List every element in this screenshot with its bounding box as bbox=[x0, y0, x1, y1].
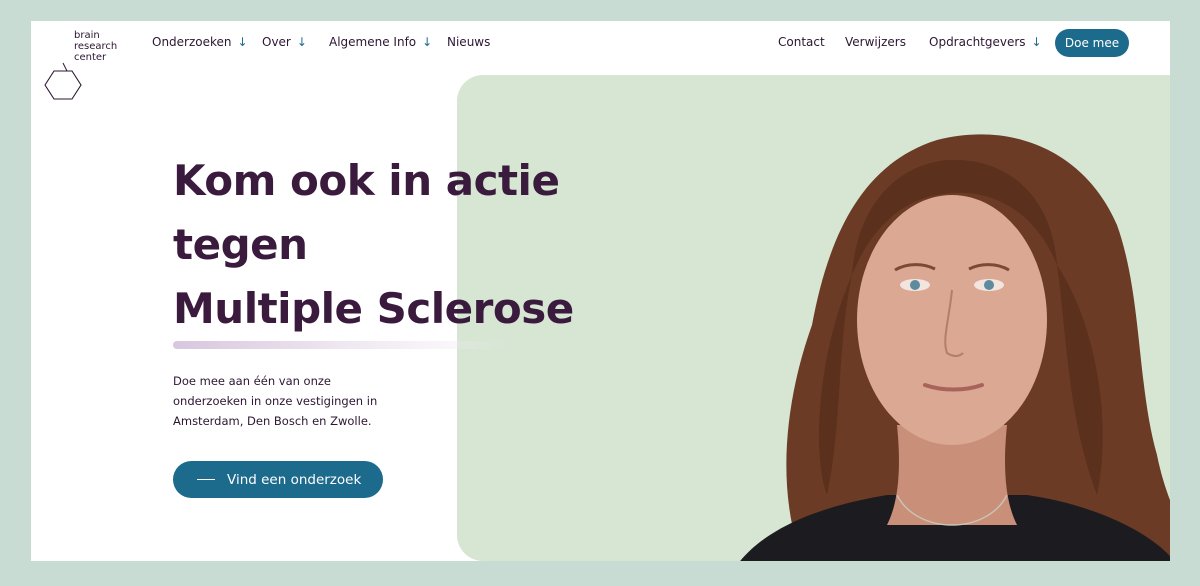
nav-onderzoeken-label: Onderzoeken bbox=[152, 35, 232, 49]
nav-contact-label: Contact bbox=[778, 35, 825, 49]
dash-icon bbox=[197, 479, 215, 480]
nav-nieuws[interactable]: Nieuws bbox=[447, 35, 490, 49]
vind-een-onderzoek-button[interactable]: Vind een onderzoek bbox=[173, 461, 383, 498]
logo-line-research: research bbox=[74, 41, 118, 52]
nav-onderzoeken[interactable]: Onderzoeken ↓ bbox=[152, 35, 248, 49]
arrow-down-icon: ↓ bbox=[422, 35, 433, 49]
nav-algemene-info[interactable]: Algemene Info ↓ bbox=[329, 35, 432, 49]
nav-algemene-info-label: Algemene Info bbox=[329, 35, 417, 49]
headline-underline bbox=[173, 341, 513, 349]
logo-line-brain: brain bbox=[74, 30, 100, 41]
headline-line-1: Kom ook in actie bbox=[173, 156, 560, 205]
portrait-image bbox=[740, 134, 1170, 561]
arrow-down-icon: ↓ bbox=[1031, 35, 1042, 49]
brand-logo[interactable]: brain research center bbox=[43, 29, 133, 101]
page-frame: brain research center Onderzoeken ↓ Over… bbox=[31, 21, 1170, 561]
doe-mee-button[interactable]: Doe mee bbox=[1055, 29, 1129, 57]
arrow-down-icon: ↓ bbox=[296, 35, 307, 49]
hero-headline: Kom ook in actie tegen Multiple Sclerose bbox=[173, 149, 574, 341]
headline-line-2: tegen bbox=[173, 220, 308, 269]
hexagon-logo-icon bbox=[44, 62, 82, 100]
nav-opdrachtgevers[interactable]: Opdrachtgevers ↓ bbox=[929, 35, 1042, 49]
nav-verwijzers[interactable]: Verwijzers bbox=[845, 35, 906, 49]
hero-intro-text: Doe mee aan één van onze onderzoeken in … bbox=[173, 374, 378, 428]
nav-opdrachtgevers-label: Opdrachtgevers bbox=[929, 35, 1026, 49]
nav-nieuws-label: Nieuws bbox=[447, 35, 491, 49]
nav-verwijzers-label: Verwijzers bbox=[845, 35, 906, 49]
headline-line-3: Multiple Sclerose bbox=[173, 284, 574, 333]
nav-over[interactable]: Over ↓ bbox=[262, 35, 307, 49]
nav-over-label: Over bbox=[262, 35, 291, 49]
vind-een-onderzoek-label: Vind een onderzoek bbox=[227, 471, 362, 488]
arrow-down-icon: ↓ bbox=[237, 35, 248, 49]
nav-contact[interactable]: Contact bbox=[778, 35, 825, 49]
